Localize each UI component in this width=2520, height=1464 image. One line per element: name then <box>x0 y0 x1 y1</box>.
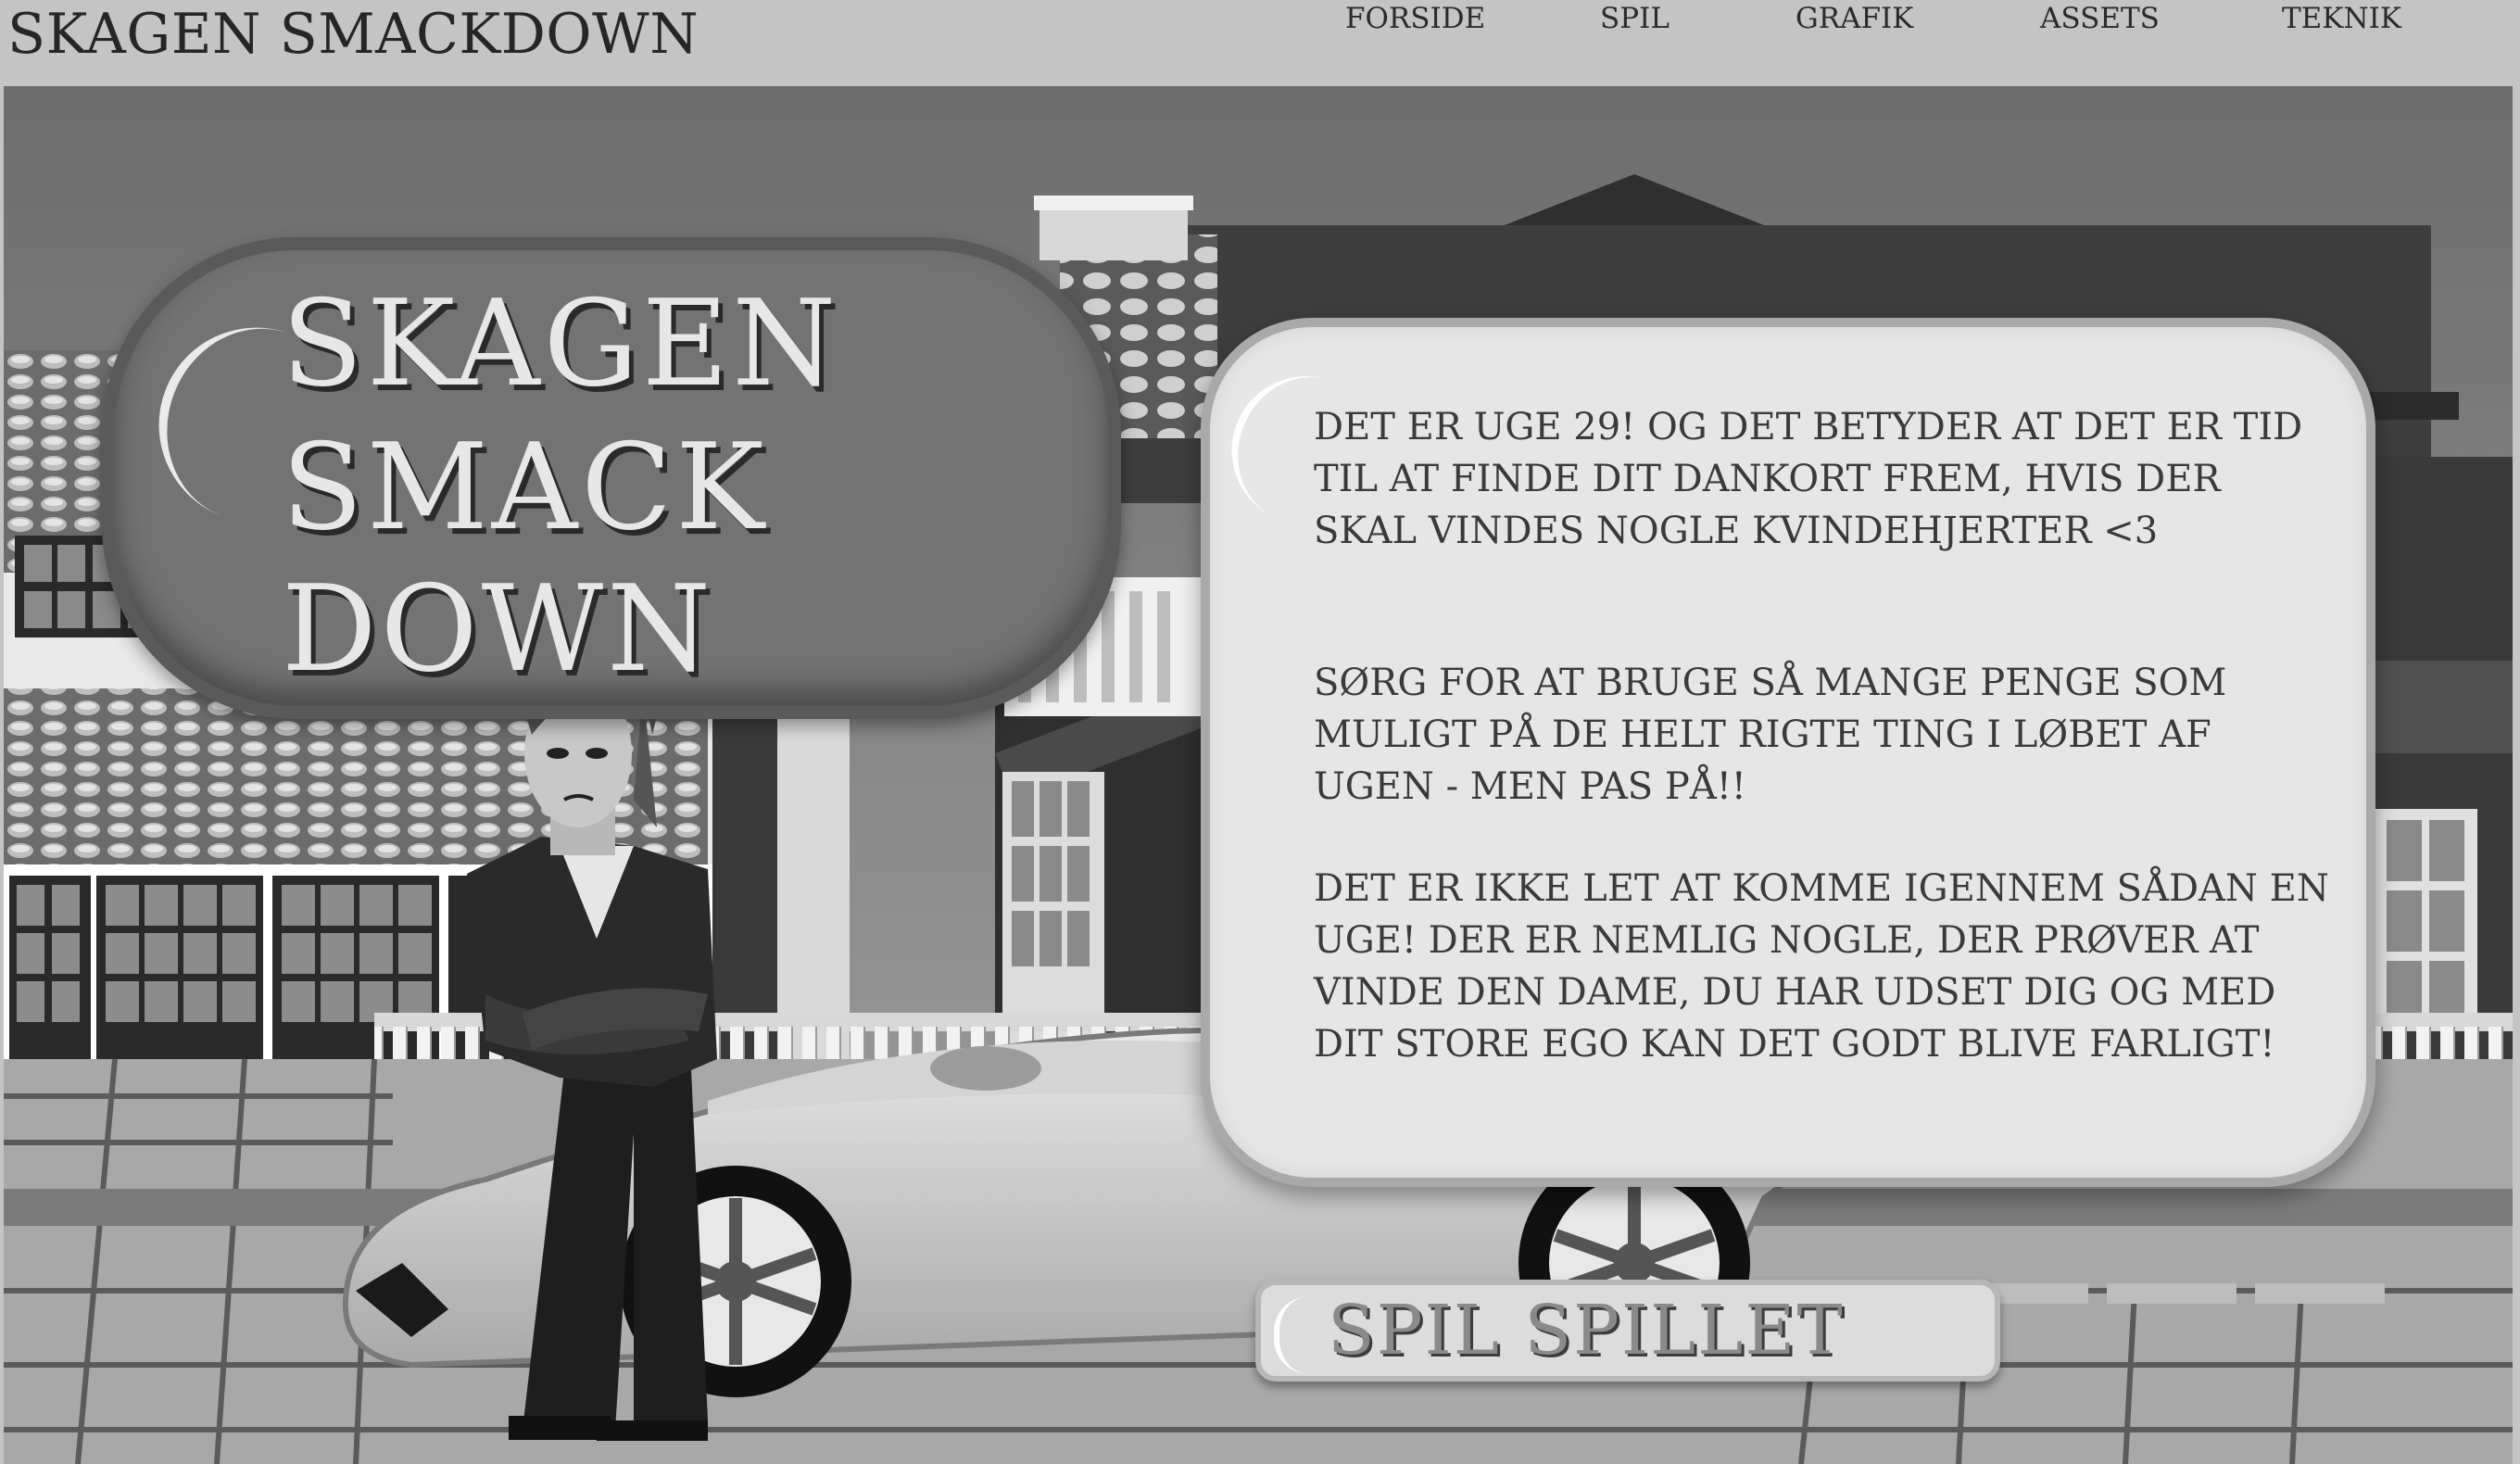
top-bar: SKAGEN SMACKDOWN FORSIDE SPIL GRAFIK ASS… <box>0 0 2520 85</box>
game-intro-stage: SKAGEN SMACK DOWN DET ER UGE 29! OG DET … <box>4 86 2513 1464</box>
nav-assets[interactable]: ASSETS <box>2040 2 2160 35</box>
nav-teknik[interactable]: TEKNIK <box>2282 2 2401 35</box>
nav-grafik[interactable]: GRAFIK <box>1796 2 1913 35</box>
play-game-button[interactable]: SPIL SPILLET <box>1255 1280 2000 1382</box>
logo-badge[interactable]: SKAGEN SMACK DOWN <box>102 237 1121 719</box>
intro-paragraph-3: DET ER IKKE LET AT KOMME IGENNEM SÅDAN E… <box>1314 867 2329 1066</box>
intro-paragraph-1: DET ER UGE 29! OG DET BETYDER AT DET ER … <box>1314 406 2303 552</box>
logo-line-3: DOWN <box>282 561 715 699</box>
intro-paragraph-2: SØRG FOR AT BRUGE SÅ MANGE PENGE SOM MUL… <box>1314 662 2227 808</box>
site-title: SKAGEN SMACKDOWN <box>7 2 699 67</box>
play-game-label: SPIL SPILLET <box>1328 1291 1845 1370</box>
gloss-highlight-icon <box>1274 1296 1309 1374</box>
logo-line-1: SKAGEN <box>282 275 840 413</box>
logo-line-2: SMACK <box>282 419 768 557</box>
intro-text-bubble: DET ER UGE 29! OG DET BETYDER AT DET ER … <box>1201 318 2375 1187</box>
nav-forside[interactable]: FORSIDE <box>1345 2 1485 35</box>
nav-spil[interactable]: SPIL <box>1600 2 1670 35</box>
